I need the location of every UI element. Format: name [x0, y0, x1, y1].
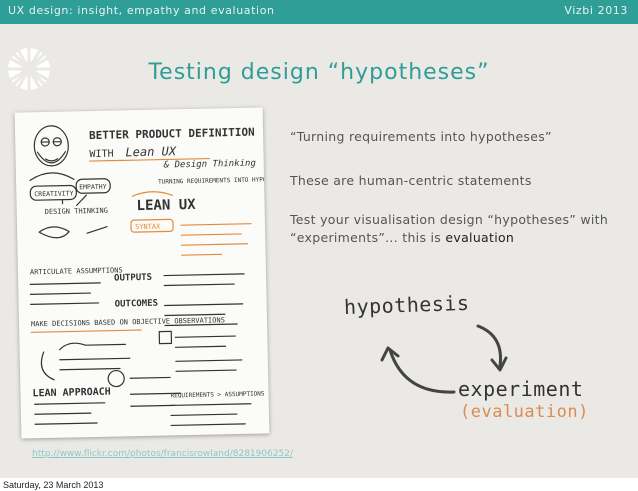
sketch-design: & Design Thinking — [163, 159, 257, 171]
sketch-lean-ux: LEAN UX — [136, 197, 196, 214]
portrait-sketch — [29, 125, 75, 181]
sketch-creativity: CREATIVITY — [34, 189, 73, 198]
header-brand: Vizbi 2013 — [564, 4, 628, 17]
sketch-lean: Lean UX — [125, 144, 177, 159]
sketch-outcomes: OUTCOMES — [115, 299, 159, 310]
sketch-title: BETTER PRODUCT DEFINITION — [89, 126, 255, 142]
slide: UX design: insight, empathy and evaluati… — [0, 0, 638, 478]
bullet-human-centric: These are human-centric statements — [290, 173, 532, 188]
bullet-test-design: Test your visualisation design “hypothes… — [290, 211, 620, 247]
sketch-requirements: REQUIREMENTS > ASSUMPTIONS — [171, 390, 265, 399]
header-title: UX design: insight, empathy and evaluati… — [8, 4, 275, 17]
slide-title: Testing design “hypotheses” — [148, 60, 490, 85]
sketch-quote: TURNING REQUIREMENTS INTO HYPOTHESES — [158, 176, 269, 186]
bullet-evaluation-emphasis: evaluation — [445, 230, 515, 245]
footer-date: Saturday, 23 March 2013 — [3, 480, 104, 490]
sketch-with: WITH — [89, 149, 113, 161]
slide-header: UX design: insight, empathy and evaluati… — [0, 0, 638, 24]
sketch-empathy: EMPATHY — [79, 183, 107, 192]
cycle-arrows-icon — [380, 324, 508, 394]
sketch-design-thinking: DESIGN THINKING — [45, 207, 108, 216]
sketch-make-decisions: MAKE DECISIONS BASED ON OBJECTIVE OBSERV… — [31, 316, 225, 328]
sketch-articulate: ARTICULATE ASSUMPTIONS — [30, 266, 123, 276]
sketch-syntax: SYNTAX — [135, 223, 161, 232]
bullet-requirements-hypotheses: “Turning requirements into hypotheses” — [290, 129, 552, 144]
diagram-evaluation: (evaluation) — [460, 402, 589, 422]
diagram-hypothesis: hypothesis — [343, 290, 470, 320]
sketch-lean-approach: LEAN APPROACH — [32, 387, 110, 400]
sketchnote-image: BETTER PRODUCT DEFINITION WITH Lean UX &… — [14, 107, 270, 439]
credit-link[interactable]: http://www.flickr.com/photos/francisrowl… — [32, 449, 293, 459]
